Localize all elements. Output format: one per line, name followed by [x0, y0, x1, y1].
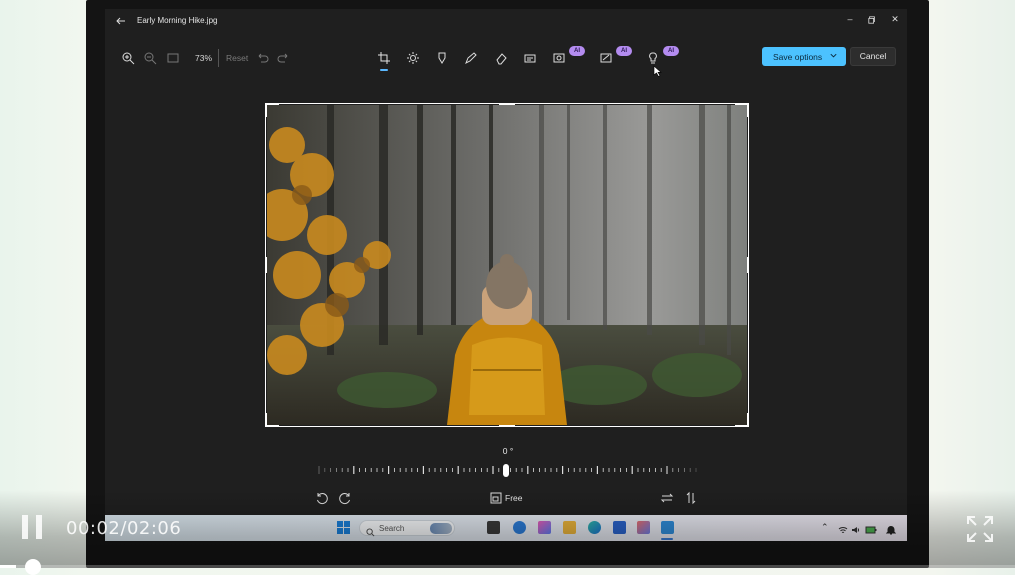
- aspect-ratio-icon[interactable]: [489, 491, 503, 505]
- crop-handle-top-left[interactable]: [265, 103, 279, 105]
- crop-handle-bottom-left[interactable]: [265, 413, 267, 427]
- filter-icon[interactable]: [523, 51, 537, 65]
- reset-button[interactable]: Reset: [226, 53, 248, 63]
- search-placeholder: Search: [379, 524, 405, 533]
- generative-erase-ai-icon[interactable]: [599, 51, 613, 65]
- restore-icon[interactable]: [865, 14, 879, 26]
- battery-icon[interactable]: [865, 522, 877, 534]
- ai-badge: AI: [663, 46, 679, 56]
- pause-bar-right: [36, 515, 42, 539]
- edge-browser-icon[interactable]: [588, 521, 601, 534]
- forest-hiker-photo: [267, 105, 747, 425]
- close-icon[interactable]: ✕: [888, 14, 902, 26]
- taskbar-search-box[interactable]: Search: [359, 520, 455, 537]
- widgets-icon[interactable]: [513, 521, 526, 534]
- crop-handle-top[interactable]: [499, 103, 515, 105]
- notification-bell-icon[interactable]: [885, 522, 897, 535]
- rotate-left-icon[interactable]: [315, 491, 329, 505]
- active-tool-indicator: [380, 69, 388, 71]
- copilot-icon[interactable]: [538, 521, 551, 534]
- crop-handle-top-left[interactable]: [265, 103, 267, 117]
- crop-handle-bottom[interactable]: [499, 425, 515, 427]
- crop-bottom-toolbar: Free: [105, 489, 907, 507]
- active-photos-window-icon[interactable]: [661, 521, 674, 534]
- rotation-slider-thumb[interactable]: [503, 464, 509, 477]
- erase-icon[interactable]: [494, 51, 508, 65]
- crop-handle-right[interactable]: [747, 257, 749, 273]
- minimize-icon[interactable]: –: [843, 14, 857, 26]
- video-timecode: 00:02/02:06: [66, 518, 182, 539]
- photos-editor-window: Early Morning Hike.jpg – ✕ 73% Reset AI …: [105, 9, 907, 541]
- zoom-in-icon[interactable]: [121, 51, 135, 65]
- zoom-level[interactable]: 73%: [195, 53, 212, 63]
- fullscreen-icon[interactable]: [966, 515, 994, 543]
- pause-bar-left: [22, 515, 28, 539]
- relight-ai-icon[interactable]: [646, 51, 660, 65]
- save-options-button[interactable]: Save options: [762, 47, 846, 66]
- volume-icon[interactable]: [851, 522, 861, 533]
- ai-badge: AI: [569, 46, 585, 56]
- photo-canvas[interactable]: [267, 105, 747, 425]
- back-arrow-icon[interactable]: [115, 15, 127, 27]
- search-icon: [366, 524, 375, 537]
- flip-horizontal-icon[interactable]: [660, 491, 674, 505]
- title-bar: Early Morning Hike.jpg – ✕: [105, 9, 907, 33]
- file-explorer-icon[interactable]: [563, 521, 576, 534]
- markup-icon[interactable]: [435, 51, 449, 65]
- start-menu-icon[interactable]: [337, 521, 350, 534]
- task-view-icon[interactable]: [487, 521, 500, 534]
- crop-icon[interactable]: [377, 51, 391, 65]
- crop-handle-bottom-left[interactable]: [265, 425, 279, 427]
- wifi-icon[interactable]: [838, 522, 848, 533]
- ai-badge: AI: [616, 46, 632, 56]
- windows-taskbar: Search ⌃: [105, 515, 907, 541]
- crop-handle-bottom-right[interactable]: [747, 413, 749, 427]
- chevron-up-icon[interactable]: ⌃: [821, 522, 829, 533]
- flip-vertical-icon[interactable]: [684, 491, 698, 505]
- video-progress-knob[interactable]: [25, 559, 41, 575]
- editor-toolbar: 73% Reset AI AI AI Save options Cancel: [105, 45, 907, 71]
- chevron-down-icon: [829, 51, 838, 60]
- crop-handle-left[interactable]: [265, 257, 267, 273]
- rotation-angle-label: 0 °: [502, 446, 514, 456]
- window-title: Early Morning Hike.jpg: [137, 16, 218, 25]
- crop-handle-top-right[interactable]: [747, 103, 749, 117]
- pause-button[interactable]: [22, 515, 44, 539]
- zoom-out-icon[interactable]: [143, 51, 157, 65]
- rotate-right-icon[interactable]: [338, 491, 352, 505]
- cancel-button[interactable]: Cancel: [850, 47, 896, 66]
- redo-icon[interactable]: [277, 51, 291, 65]
- save-options-label: Save options: [773, 52, 823, 62]
- undo-icon[interactable]: [255, 51, 269, 65]
- active-app-indicator: [661, 538, 673, 540]
- fit-to-window-icon[interactable]: [166, 51, 180, 65]
- photos-app-icon[interactable]: [637, 521, 650, 534]
- background-ai-icon[interactable]: [552, 51, 566, 65]
- search-highlight-icon: [430, 523, 452, 534]
- draw-icon[interactable]: [464, 51, 478, 65]
- aspect-ratio-label[interactable]: Free: [505, 493, 522, 503]
- microsoft-store-icon[interactable]: [613, 521, 626, 534]
- brightness-icon[interactable]: [406, 51, 420, 65]
- mouse-pointer-icon: [653, 64, 662, 77]
- toolbar-divider: [218, 49, 219, 67]
